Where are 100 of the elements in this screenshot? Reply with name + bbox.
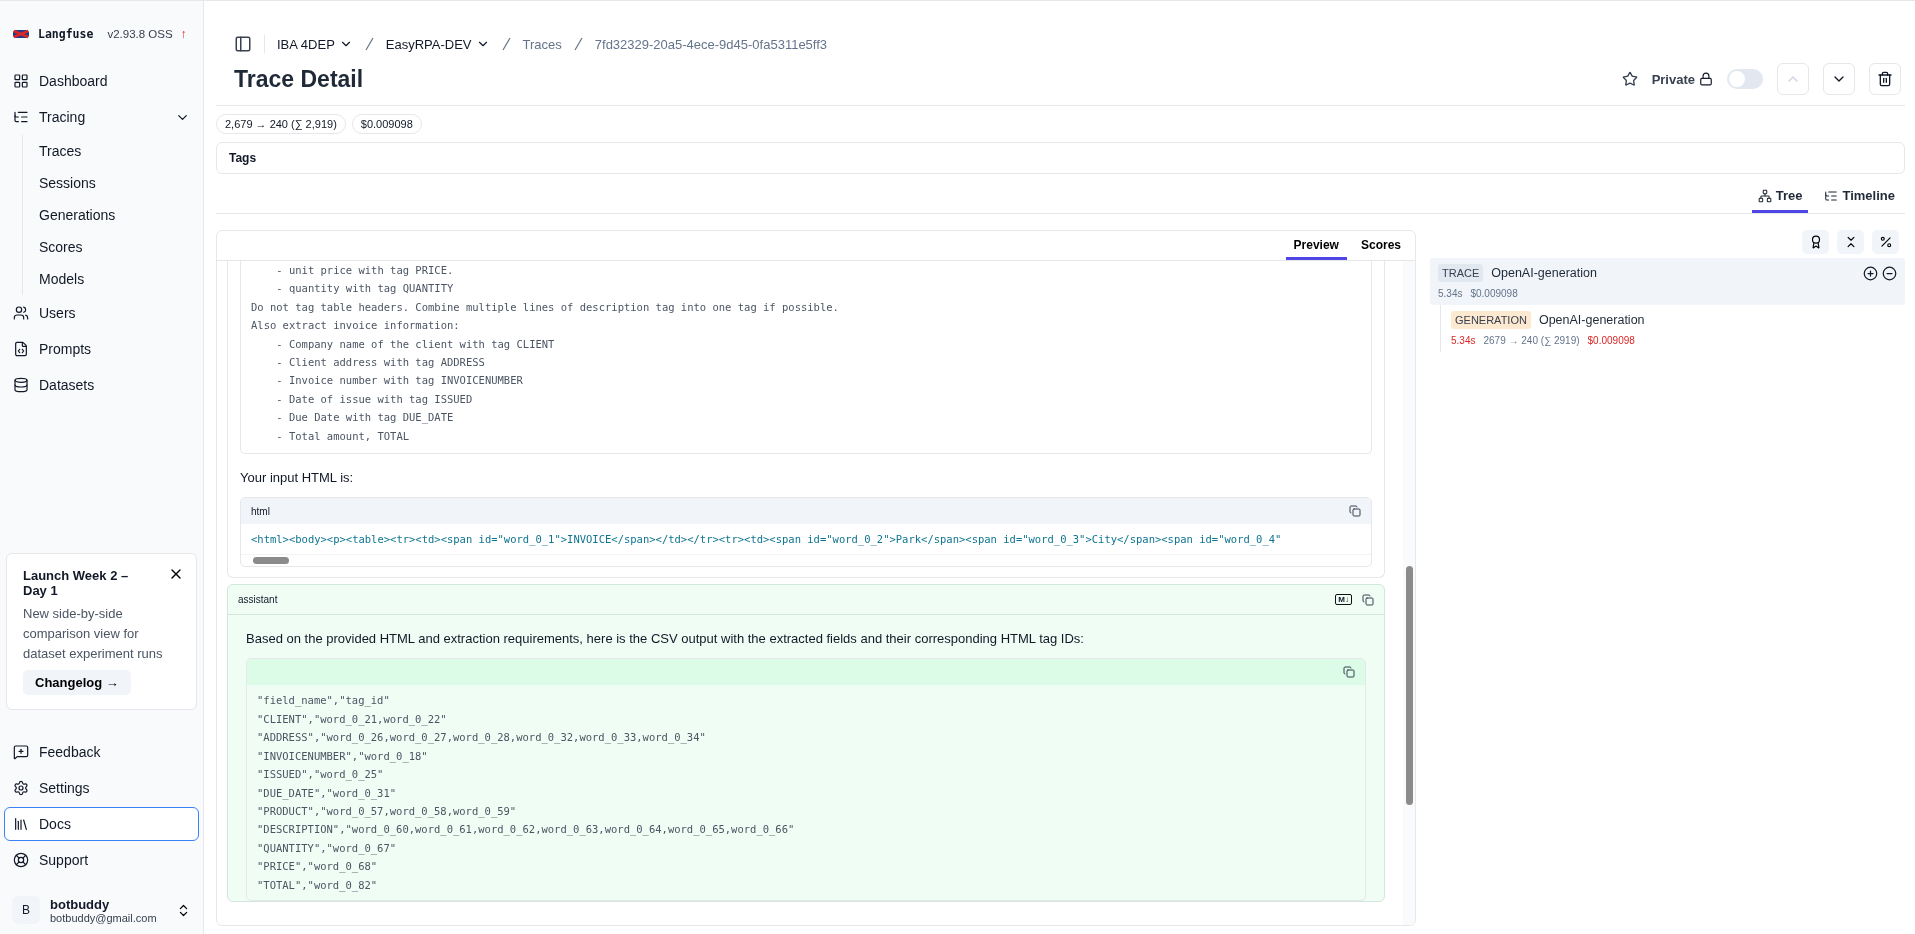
star-icon	[1621, 71, 1638, 87]
list-icon	[1824, 188, 1839, 203]
detail-tab[interactable]: Scores	[1352, 231, 1409, 260]
code-line: "CLIENT","word_0_21,word_0_22"	[257, 711, 448, 728]
view-tab[interactable]: Timeline	[1818, 184, 1901, 213]
lifebuoy-icon	[13, 852, 29, 868]
code-line: "field_name","tag_id"	[257, 693, 391, 709]
copy-button[interactable]	[1362, 593, 1374, 606]
nav-item[interactable]: Docs	[4, 807, 199, 841]
nav-item[interactable]: Datasets	[4, 368, 199, 402]
database-icon	[13, 377, 29, 393]
breadcrumb-link[interactable]: EasyRPA-DEV	[385, 36, 490, 52]
logo-icon	[12, 28, 30, 40]
trace-tree-node[interactable]: TRACE OpenAI-generation 5.34s $0.009098	[1430, 258, 1905, 305]
code-language-label: html	[251, 505, 270, 517]
code-line: "PRICE","word_0_68"	[257, 859, 379, 875]
private-label: Private	[1651, 71, 1695, 87]
grid-icon	[13, 73, 29, 89]
version-label: v2.93.8 OSS	[107, 28, 173, 40]
node-name: OpenAI-generation	[1491, 266, 1597, 280]
collapse-button[interactable]	[1837, 230, 1864, 254]
horizontal-scrollbar[interactable]	[241, 554, 1371, 567]
sidebar-icon	[234, 35, 252, 53]
code-line: - Due Date with tag DUE_DATE	[275, 410, 455, 426]
copy-button[interactable]	[1343, 666, 1355, 679]
breadcrumb-link[interactable]: 7fd32329-20a5-4ece-9d45-0fa5311e5ff3	[594, 36, 828, 52]
message-text: Based on the provided HTML and extraction requirements, here is the CSV output with the extracted fields and their corresponding HTML tag IDs:	[246, 631, 1085, 647]
code-line: "INVOICENUMBER","word_0_18"	[257, 748, 429, 765]
markdown-badge[interactable]: M↓	[1335, 594, 1352, 606]
expand-all-icon[interactable]	[1863, 265, 1878, 281]
vertical-scrollbar[interactable]	[1403, 261, 1415, 925]
nav-subitem[interactable]: Traces	[39, 135, 199, 167]
breadcrumb-link[interactable]: IBA 4DEP	[277, 36, 353, 52]
file-code-icon	[13, 341, 29, 357]
latency-text: 5.34s	[1451, 335, 1476, 346]
nav-item[interactable]: Dashboard	[4, 64, 199, 98]
sidebar-toggle-button[interactable]	[234, 35, 252, 53]
copy-button[interactable]	[1349, 505, 1361, 518]
code-line: - Date of issue with tag ISSUED	[275, 391, 474, 407]
breadcrumb-link[interactable]: Traces	[522, 36, 562, 52]
settings-icon	[13, 780, 29, 796]
slash-separator-icon	[364, 37, 374, 51]
percent-icon	[1878, 235, 1893, 249]
nav-subitem[interactable]: Models	[39, 263, 199, 295]
code-line: Also extract invoice information:	[251, 318, 461, 334]
users-icon	[13, 305, 29, 321]
token-count: 2679 → 240 (∑ 2919)	[1483, 335, 1580, 346]
cost-text: $0.009098	[1587, 335, 1635, 346]
update-arrow[interactable]: ↑	[180, 27, 187, 41]
type-tag: GENERATION	[1451, 311, 1531, 329]
page-title: Trace Detail	[234, 65, 364, 93]
code-line: - Client address with tag ADDRESS	[275, 355, 486, 371]
star-button[interactable]	[1621, 71, 1638, 87]
books-icon	[13, 816, 29, 832]
nav-item[interactable]: Support	[4, 843, 199, 877]
nav-subitem[interactable]: Sessions	[39, 167, 199, 199]
slash-separator-icon	[501, 37, 511, 51]
percent-button[interactable]	[1872, 230, 1899, 254]
trace-tree-node[interactable]: GENERATION OpenAI-generation 5.34s 2679 → 240 (∑ 2919) $0.009098	[1443, 305, 1905, 352]
code-line: "DESCRIPTION","word_0_60,word_0_61,word_0_62,word_0_63,word_0_64,word_0_65,word_0_66"	[257, 822, 796, 838]
message-plus-icon	[13, 744, 29, 760]
detail-tab[interactable]: Preview	[1285, 231, 1347, 260]
code-line: - quantity with tag QUANTITY	[275, 281, 455, 297]
copy-icon	[1362, 593, 1374, 606]
user-avatar: B	[12, 896, 40, 924]
code-line: "ISSUED","word_0_25"	[257, 767, 385, 783]
code-line: - Company name of the client with tag CLIENT	[275, 336, 556, 352]
code-line: "ADDRESS","word_0_26,word_0_27,word_0_28,word_0_32,word_0_33,word_0_34"	[257, 730, 707, 746]
latency-text: 5.34s	[1438, 288, 1463, 299]
delete-button[interactable]	[1869, 63, 1901, 95]
next-button[interactable]	[1823, 63, 1855, 95]
cost-text: $0.009098	[1470, 288, 1518, 299]
private-switch[interactable]	[1727, 69, 1763, 89]
nav-subitem[interactable]: Scores	[39, 231, 199, 263]
collapse-all-icon[interactable]	[1882, 265, 1897, 281]
nav-item[interactable]: Feedback	[4, 735, 199, 769]
type-tag: TRACE	[1438, 264, 1484, 282]
node-name: OpenAI-generation	[1538, 313, 1645, 327]
tags-bar[interactable]: Tags	[216, 142, 1905, 174]
nav-item[interactable]: Settings	[4, 771, 199, 805]
view-tab[interactable]: Tree	[1751, 184, 1809, 213]
nav-item[interactable]: Tracing	[4, 100, 199, 134]
nav-subitem[interactable]: Generations	[39, 199, 199, 231]
code-line: <html><body><p><table><tr><td><span id="word_0_1">INVOICE</span></td></tr><tr><td><span id="word_0_2">Park</span><span id="word_0_3">City</span><span id="word_0_4"	[251, 532, 1283, 548]
trash-icon	[1877, 71, 1893, 87]
user-email: botbuddy@gmail.com	[50, 911, 157, 924]
slash-separator-icon	[573, 37, 583, 51]
lock-icon	[1699, 72, 1713, 86]
code-line: Do not tag table headers. Combine multiple lines of description tag into one tag if possible.	[251, 299, 840, 315]
code-line: - Invoice number with tag INVOICENUMBER	[275, 373, 524, 389]
nav-item[interactable]: Prompts	[4, 332, 199, 366]
hierarchy-icon	[1757, 188, 1772, 203]
nav-item[interactable]: Users	[4, 296, 199, 330]
message-text: Your input HTML is:	[240, 470, 355, 486]
copy-icon	[1343, 666, 1355, 679]
brand-name: Langfuse	[38, 27, 94, 41]
code-line: "PRODUCT","word_0_57,word_0_58,word_0_59"	[257, 803, 518, 820]
role-label: assistant	[238, 594, 278, 606]
scores-button[interactable]	[1802, 230, 1829, 254]
changelog-button[interactable]: Changelog →	[23, 670, 131, 695]
